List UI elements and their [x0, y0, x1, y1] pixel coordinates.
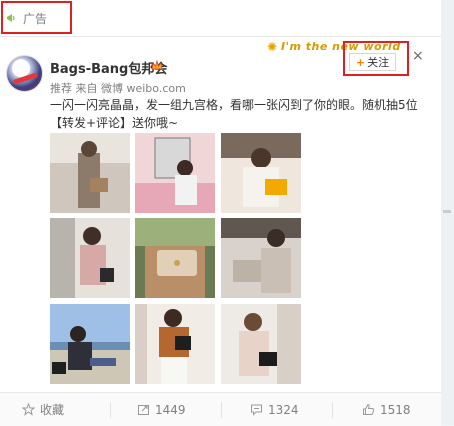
comment-button[interactable]: 1324: [250, 393, 299, 426]
follow-label: 关注: [367, 56, 390, 69]
photo-3[interactable]: [221, 133, 301, 213]
follow-button[interactable]: + 关注: [349, 53, 396, 71]
comment-count: 1324: [268, 402, 299, 417]
photo-4[interactable]: [50, 218, 130, 298]
thumbs-up-icon: [363, 403, 375, 415]
scrollbar-track[interactable]: [441, 0, 454, 425]
ad-bar: 广告: [0, 0, 441, 37]
ad-label: 广告: [23, 12, 48, 26]
user-name[interactable]: Bags-Bang包邦会: [50, 58, 167, 77]
crown-icon: [151, 60, 163, 70]
repost-icon: [138, 405, 149, 415]
photo-9[interactable]: [221, 304, 301, 384]
weibo-card: 广告 Bags-Bang包邦会 推荐 来自 微博 weibo.com 一闪一闪亮…: [0, 0, 442, 426]
photo-2[interactable]: [135, 133, 215, 213]
favorite-button[interactable]: 收藏: [22, 393, 64, 426]
post-text: 一闪一闪亮晶晶，发一组九宫格，看哪一张闪到了你的眼。随机抽5位【转发+评论】送你…: [50, 98, 418, 130]
photo-6[interactable]: [221, 218, 301, 298]
plus-icon: +: [355, 55, 366, 69]
star-icon: [22, 403, 35, 416]
avatar[interactable]: [6, 55, 43, 92]
action-bar: 收藏 1449 1324 1518: [0, 392, 441, 426]
favorite-label: 收藏: [40, 403, 65, 417]
like-count: 1518: [380, 402, 411, 417]
repost-count: 1449: [155, 402, 186, 417]
sun-icon: ✺: [267, 40, 278, 54]
photo-8[interactable]: [135, 304, 215, 384]
photo-7[interactable]: [50, 304, 130, 384]
post-meta: 推荐 来自 微博 weibo.com: [50, 82, 186, 95]
megaphone-icon: [7, 14, 15, 22]
like-button[interactable]: 1518: [362, 393, 411, 426]
comment-icon: [251, 404, 262, 416]
photo-1[interactable]: [50, 133, 130, 213]
photo-5[interactable]: [135, 218, 215, 298]
repost-button[interactable]: 1449: [137, 393, 186, 426]
close-icon[interactable]: ×: [412, 48, 424, 64]
